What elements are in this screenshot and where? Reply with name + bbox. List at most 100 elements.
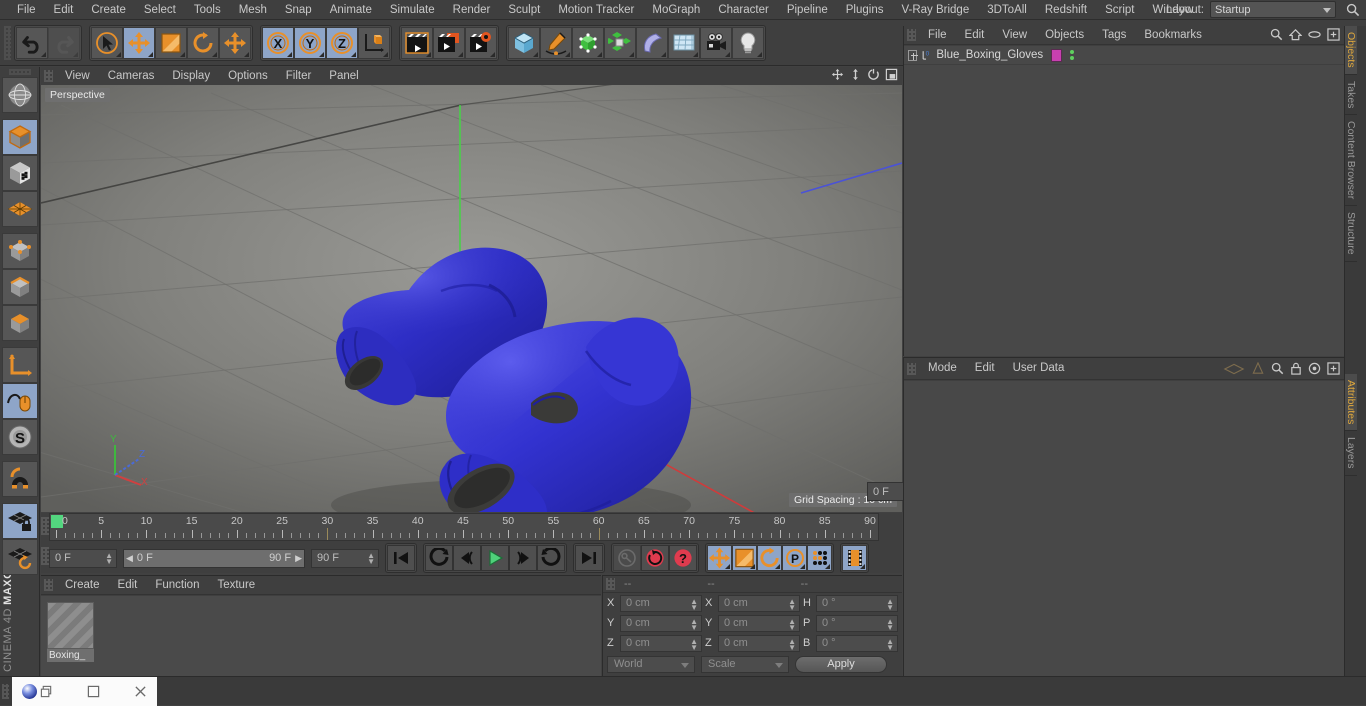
spinner-icon[interactable]: ▲▼ [690, 619, 698, 631]
left-toolbar-grip[interactable] [9, 69, 31, 75]
menu-item-view[interactable]: View [56, 67, 99, 85]
record-active-objects-button[interactable] [613, 545, 641, 571]
end-frame-field[interactable]: 90 F▲▼ [311, 549, 379, 568]
material-tag[interactable] [1051, 49, 1061, 62]
attribute-content[interactable] [904, 381, 1344, 676]
preview-range-bar[interactable]: ◀0 F90 F▶ [123, 549, 305, 568]
search-icon[interactable] [1271, 362, 1284, 378]
add-camera-button[interactable] [700, 27, 732, 59]
render-to-picture-viewer-button[interactable] [433, 27, 465, 59]
menu-item-animate[interactable]: Animate [321, 0, 381, 20]
autokeying-button[interactable] [641, 545, 669, 571]
lock-icon[interactable] [1290, 362, 1302, 378]
coord-position-field[interactable]: 0 cm▲▼ [620, 595, 702, 612]
menu-item-file[interactable]: File [8, 0, 45, 20]
playback-mode-button[interactable] [842, 545, 867, 571]
magnet-tool[interactable] [2, 461, 38, 497]
toolbar-grip[interactable] [4, 26, 11, 60]
menu-item-tools[interactable]: Tools [185, 0, 230, 20]
redo-button[interactable] [48, 27, 80, 59]
transform-mode-select[interactable]: Scale [701, 656, 789, 673]
go-to-previous-key-button[interactable] [425, 545, 453, 571]
menu-item-v-ray-bridge[interactable]: V-Ray Bridge [892, 0, 978, 20]
add-environment-button[interactable] [668, 27, 700, 59]
plus-box-icon[interactable] [1327, 28, 1340, 44]
select-tool[interactable] [91, 27, 123, 59]
spinner-icon[interactable]: ▲▼ [690, 639, 698, 651]
attribute-panel-grip[interactable] [907, 363, 916, 375]
ellipse-icon[interactable] [1308, 28, 1321, 44]
menu-item-options[interactable]: Options [219, 67, 277, 85]
coord-size-field[interactable]: 0 cm▲▼ [718, 635, 800, 652]
scale-viewport-icon[interactable] [849, 68, 862, 84]
current-frame-field[interactable]: 0 F▲▼ [49, 549, 117, 568]
workplane-mode-tool[interactable] [2, 191, 38, 227]
menu-item-script[interactable]: Script [1096, 0, 1143, 20]
target-icon[interactable] [1308, 362, 1321, 378]
range-right-arrow-icon[interactable]: ▶ [295, 553, 302, 564]
coord-rotation-field[interactable]: 0 °▲▼ [816, 635, 898, 652]
menu-item-display[interactable]: Display [163, 67, 219, 85]
menu-item-create[interactable]: Create [82, 0, 135, 20]
coord-position-field[interactable]: 0 cm▲▼ [620, 635, 702, 652]
menu-item-sculpt[interactable]: Sculpt [499, 0, 549, 20]
lock-workplane-tool[interactable] [2, 503, 38, 539]
add-deformer-button[interactable] [636, 27, 668, 59]
viewport-3d[interactable]: Perspective Grid Spacing : 10 cm Y X Z [41, 85, 902, 512]
material-item[interactable]: Boxing_ [47, 602, 94, 662]
coord-size-field[interactable]: 0 cm▲▼ [718, 615, 800, 632]
coord-rotation-field[interactable]: 0 °▲▼ [816, 615, 898, 632]
menu-item-render[interactable]: Render [444, 0, 500, 20]
model-mode-tool[interactable] [2, 119, 38, 155]
add-mograph-button[interactable] [604, 27, 636, 59]
position-key-toggle[interactable] [707, 545, 732, 571]
menu-item-pipeline[interactable]: Pipeline [778, 0, 837, 20]
search-icon[interactable] [1270, 28, 1283, 44]
render-view-button[interactable] [401, 27, 433, 59]
cone-icon[interactable] [1251, 362, 1265, 378]
menu-item-user-data[interactable]: User Data [1004, 359, 1074, 378]
enable-snapping-tool[interactable] [2, 383, 38, 419]
points-mode-tool[interactable] [2, 233, 38, 269]
menu-item-create[interactable]: Create [56, 576, 109, 595]
menu-item-cameras[interactable]: Cameras [99, 67, 164, 85]
x-axis-lock[interactable]: X [262, 27, 294, 59]
menu-item-mode[interactable]: Mode [919, 359, 966, 378]
keyframe-selection-button[interactable]: ? [669, 545, 697, 571]
world-object-axis-toggle[interactable] [358, 27, 390, 59]
add-light-button[interactable] [732, 27, 764, 59]
menu-item-mograph[interactable]: MoGraph [643, 0, 709, 20]
menu-item-bookmarks[interactable]: Bookmarks [1135, 26, 1211, 45]
scale-key-toggle[interactable] [732, 545, 757, 571]
menu-item-3dtoall[interactable]: 3DToAll [978, 0, 1036, 20]
dock-tab-structure[interactable]: Structure [1345, 206, 1357, 262]
z-axis-lock[interactable]: Z [326, 27, 358, 59]
material-swatch[interactable] [47, 602, 94, 649]
apply-button[interactable]: Apply [795, 656, 887, 673]
dock-tab-objects[interactable]: Objects [1345, 26, 1357, 75]
menu-item-redshift[interactable]: Redshift [1036, 0, 1096, 20]
menu-item-snap[interactable]: Snap [276, 0, 321, 20]
move-tool[interactable] [123, 27, 155, 59]
object-panel-grip[interactable] [907, 29, 916, 41]
menu-item-file[interactable]: File [919, 26, 956, 45]
go-to-start-button[interactable] [387, 545, 415, 571]
workplane-rotate-tool[interactable] [2, 539, 38, 575]
expand-icon[interactable] [908, 50, 917, 61]
menu-item-texture[interactable]: Texture [208, 576, 264, 595]
menu-item-edit[interactable]: Edit [109, 576, 147, 595]
coord-rotation-field[interactable]: 0 °▲▼ [816, 595, 898, 612]
menu-item-edit[interactable]: Edit [956, 26, 994, 45]
go-to-next-key-button[interactable] [537, 545, 565, 571]
axis-mode-tool[interactable] [2, 347, 38, 383]
rotation-key-toggle[interactable] [757, 545, 782, 571]
add-spline-button[interactable] [540, 27, 572, 59]
polygons-mode-tool[interactable] [2, 305, 38, 341]
spinner-icon[interactable]: ▲▼ [105, 553, 113, 565]
plus-box-icon[interactable] [1327, 362, 1340, 378]
go-to-previous-frame-button[interactable] [453, 545, 481, 571]
dock-tab-content-browser[interactable]: Content Browser [1345, 115, 1357, 206]
play-button[interactable] [481, 545, 509, 571]
y-axis-lock[interactable]: Y [294, 27, 326, 59]
menu-item-mesh[interactable]: Mesh [230, 0, 276, 20]
